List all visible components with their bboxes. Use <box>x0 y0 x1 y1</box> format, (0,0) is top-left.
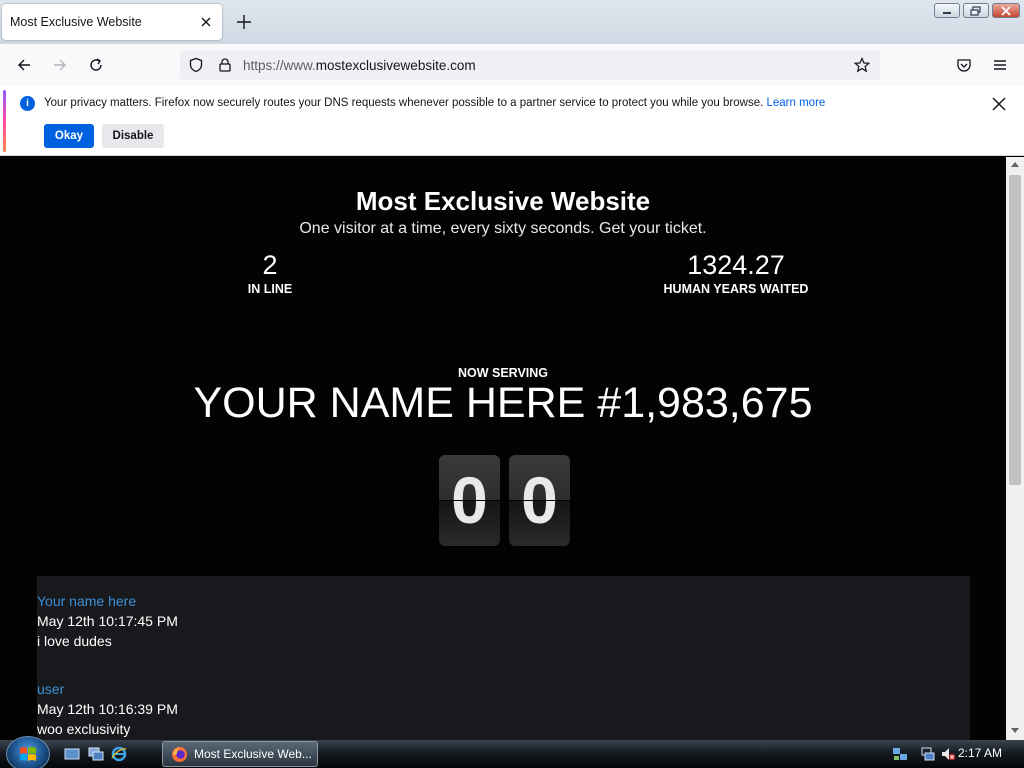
notification-accent-stripe <box>3 90 6 152</box>
notification-message: Your privacy matters. Firefox now secure… <box>44 97 825 109</box>
restore-button[interactable] <box>963 3 989 18</box>
firefox-icon <box>172 746 187 762</box>
menu-button[interactable] <box>989 54 1011 76</box>
url-text[interactable]: https://www.mostexclusivewebsite.com <box>243 58 476 73</box>
lock-icon[interactable] <box>217 57 233 73</box>
hamburger-menu-icon <box>994 60 1006 70</box>
notification-text: Your privacy matters. Firefox now secure… <box>44 97 764 109</box>
in-line-stat: 2 IN LINE <box>220 250 320 296</box>
site-title: Most Exclusive Website <box>355 186 651 216</box>
url-scheme: https://www. <box>243 58 316 73</box>
years-waited-label: HUMAN YEARS WAITED <box>663 282 809 296</box>
learn-more-link[interactable]: Learn more <box>767 97 826 109</box>
window-close-icon <box>1001 5 1011 16</box>
feed-message: Your name here May 12th 10:17:45 PM i lo… <box>37 591 178 651</box>
forward-arrow-icon <box>54 59 66 71</box>
taskbar-clock[interactable]: 2:17 AM <box>958 746 1002 760</box>
tab-strip: Most Exclusive Website <box>0 0 1024 44</box>
back-button[interactable] <box>13 54 35 76</box>
in-line-count: 2 <box>262 250 278 280</box>
okay-button[interactable]: Okay <box>44 124 94 148</box>
reload-button[interactable] <box>85 54 107 76</box>
feed-message: user May 12th 10:16:39 PM woo exclusivit… <box>37 679 178 739</box>
scroll-up-icon[interactable] <box>1011 161 1019 167</box>
url-bar[interactable]: https://www.mostexclusivewebsite.com <box>180 50 880 80</box>
disable-button[interactable]: Disable <box>102 124 164 148</box>
message-author: user <box>37 681 65 697</box>
pocket-icon <box>957 59 971 72</box>
years-waited-value: 1324.27 <box>687 250 785 280</box>
forward-button[interactable] <box>49 54 71 76</box>
countdown-digit: 0 <box>509 455 570 546</box>
internet-explorer-icon[interactable] <box>111 746 127 762</box>
url-host: mostexclusivewebsite.com <box>315 58 476 73</box>
scrollbar-thumb[interactable] <box>1009 175 1021 485</box>
pocket-button[interactable] <box>953 54 975 76</box>
page-scrollbar[interactable] <box>1006 157 1024 740</box>
in-line-label: IN LINE <box>247 282 293 296</box>
message-time: May 12th 10:17:45 PM <box>37 613 178 629</box>
restore-icon <box>970 5 981 16</box>
reload-icon <box>90 58 102 71</box>
volume-muted-icon[interactable] <box>940 746 956 762</box>
taskbar: Most Exclusive Web... 2:17 AM <box>0 736 1024 768</box>
show-desktop-icon[interactable] <box>64 746 80 762</box>
message-feed: Your name here May 12th 10:17:45 PM i lo… <box>37 576 970 740</box>
notification-close-icon[interactable] <box>990 95 1008 113</box>
info-icon: i <box>20 96 35 111</box>
new-tab-icon[interactable] <box>234 12 254 32</box>
dns-privacy-notification: i Your privacy matters. Firefox now secu… <box>0 86 1024 156</box>
now-serving-label: NOW SERVING <box>457 366 549 380</box>
shield-icon[interactable] <box>188 57 204 73</box>
minimize-button[interactable] <box>934 3 960 18</box>
start-button[interactable] <box>6 736 50 768</box>
back-arrow-icon <box>18 59 30 71</box>
minimize-icon <box>943 11 951 14</box>
scroll-down-icon[interactable] <box>1011 728 1019 734</box>
navigation-toolbar: https://www.mostexclusivewebsite.com <box>0 44 1024 86</box>
message-author: Your name here <box>37 593 137 609</box>
now-serving-name: YOUR NAME HERE #1,983,675 <box>193 379 813 427</box>
windows-logo-icon <box>20 747 36 761</box>
taskbar-window-label: Most Exclusive Web... <box>194 747 312 761</box>
countdown-digit: 0 <box>439 455 500 546</box>
network-connection-icon[interactable] <box>920 746 936 762</box>
switch-windows-icon[interactable] <box>88 746 104 762</box>
tab-title: Most Exclusive Website <box>10 15 142 29</box>
window-close-button[interactable] <box>992 3 1020 18</box>
message-time: May 12th 10:16:39 PM <box>37 701 178 717</box>
message-text: i love dudes <box>37 633 112 649</box>
message-text: woo exclusivity <box>37 721 131 737</box>
page-content: Most Exclusive Website One visitor at a … <box>0 157 1006 740</box>
bookmark-star-icon[interactable] <box>854 57 870 73</box>
tab-active[interactable]: Most Exclusive Website <box>2 4 222 40</box>
network-status-icon[interactable] <box>892 746 908 762</box>
site-subtitle: One visitor at a time, every sixty secon… <box>299 220 707 237</box>
years-waited-stat: 1324.27 HUMAN YEARS WAITED <box>636 250 836 296</box>
tab-close-icon[interactable] <box>198 14 214 30</box>
taskbar-firefox-window[interactable]: Most Exclusive Web... <box>162 741 318 767</box>
